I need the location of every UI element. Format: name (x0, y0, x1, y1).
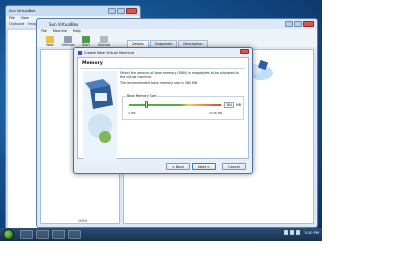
wizard-icon (78, 50, 82, 55)
taskbar: 5:20 PM (0, 228, 322, 241)
title-bar[interactable]: Create New Virtual Machine (74, 48, 252, 57)
taskbar-app-paint[interactable] (52, 230, 65, 239)
new-icon (46, 35, 54, 43)
start-label: Start (82, 42, 90, 47)
discard-label: Discard (98, 42, 110, 47)
ribbon-clipboard[interactable]: Clipboard (9, 22, 24, 28)
memory-slider-track[interactable] (129, 104, 221, 106)
taskbar-app-explorer[interactable] (20, 230, 33, 239)
settings-icon (64, 35, 72, 43)
window-title: Sun VirtualBox (9, 9, 36, 13)
volume-icon[interactable] (295, 230, 300, 235)
taskbar-app-virtualbox[interactable] (68, 230, 81, 239)
minimize-button[interactable] (108, 8, 116, 14)
close-button[interactable] (126, 8, 137, 14)
system-tray: 5:20 PM (283, 230, 319, 235)
divider (81, 68, 245, 69)
zoom-level: 100% (78, 219, 88, 223)
back-button[interactable]: < Back (166, 163, 190, 170)
close-button[interactable] (303, 21, 314, 27)
maximize-button[interactable] (294, 21, 302, 27)
desktop: Computer Recycle Bin Adobe Reader Adobe … (0, 0, 322, 241)
new-label: New (46, 42, 54, 47)
cancel-button[interactable]: Cancel (222, 163, 246, 170)
settings-button[interactable]: Settings (61, 35, 75, 47)
network-icon[interactable] (289, 230, 294, 235)
page-title: Memory (82, 61, 103, 66)
dialog-title: Create New Virtual Machine (84, 50, 134, 55)
memory-value-input[interactable]: 384 (224, 102, 234, 108)
discard-button[interactable]: Discard (97, 35, 111, 47)
min-label: 4 MB (128, 111, 136, 115)
wizard-page: Memory Select the amount of base memory … (77, 57, 249, 161)
memory-unit: MB (236, 103, 241, 107)
group-label: Base Memory Size (126, 94, 158, 98)
menu-file[interactable]: File (41, 29, 47, 35)
recommended-size: The recommended base memory size is 384 … (120, 81, 198, 85)
window-controls (240, 49, 249, 54)
start-button[interactable]: Start (79, 35, 93, 47)
start-button[interactable] (3, 229, 14, 240)
maximize-button[interactable] (117, 8, 125, 14)
menu-help[interactable]: Help (73, 29, 81, 35)
next-button[interactable]: Next > (192, 163, 216, 170)
window-controls (108, 8, 137, 14)
menu-machine[interactable]: Machine (53, 29, 67, 35)
create-vm-wizard[interactable]: Create New Virtual Machine Memory Select… (73, 47, 253, 174)
max-label: 2048 MB (209, 111, 223, 115)
title-bar[interactable]: Sun VirtualBox (37, 19, 317, 29)
clock[interactable]: 5:20 PM (305, 231, 319, 235)
settings-label: Settings (61, 42, 75, 47)
flag-icon[interactable] (283, 230, 288, 235)
memory-size-group: Base Memory Size 384 MB 4 MB 2048 MB (122, 94, 244, 120)
new-button[interactable]: New (43, 35, 57, 47)
window-controls (285, 21, 314, 27)
taskbar-app-media[interactable] (36, 230, 49, 239)
start-icon (82, 35, 90, 43)
minimize-button[interactable] (285, 21, 293, 27)
discard-icon (100, 35, 108, 43)
memory-slider-thumb[interactable] (144, 101, 148, 108)
close-button[interactable] (240, 49, 249, 54)
virtualbox-logo-icon (83, 71, 117, 161)
description-text: Select the amount of base memory (RAM) i… (120, 71, 242, 85)
window-title: Sun VirtualBox (49, 21, 79, 27)
instructions: Select the amount of base memory (RAM) i… (120, 71, 239, 79)
